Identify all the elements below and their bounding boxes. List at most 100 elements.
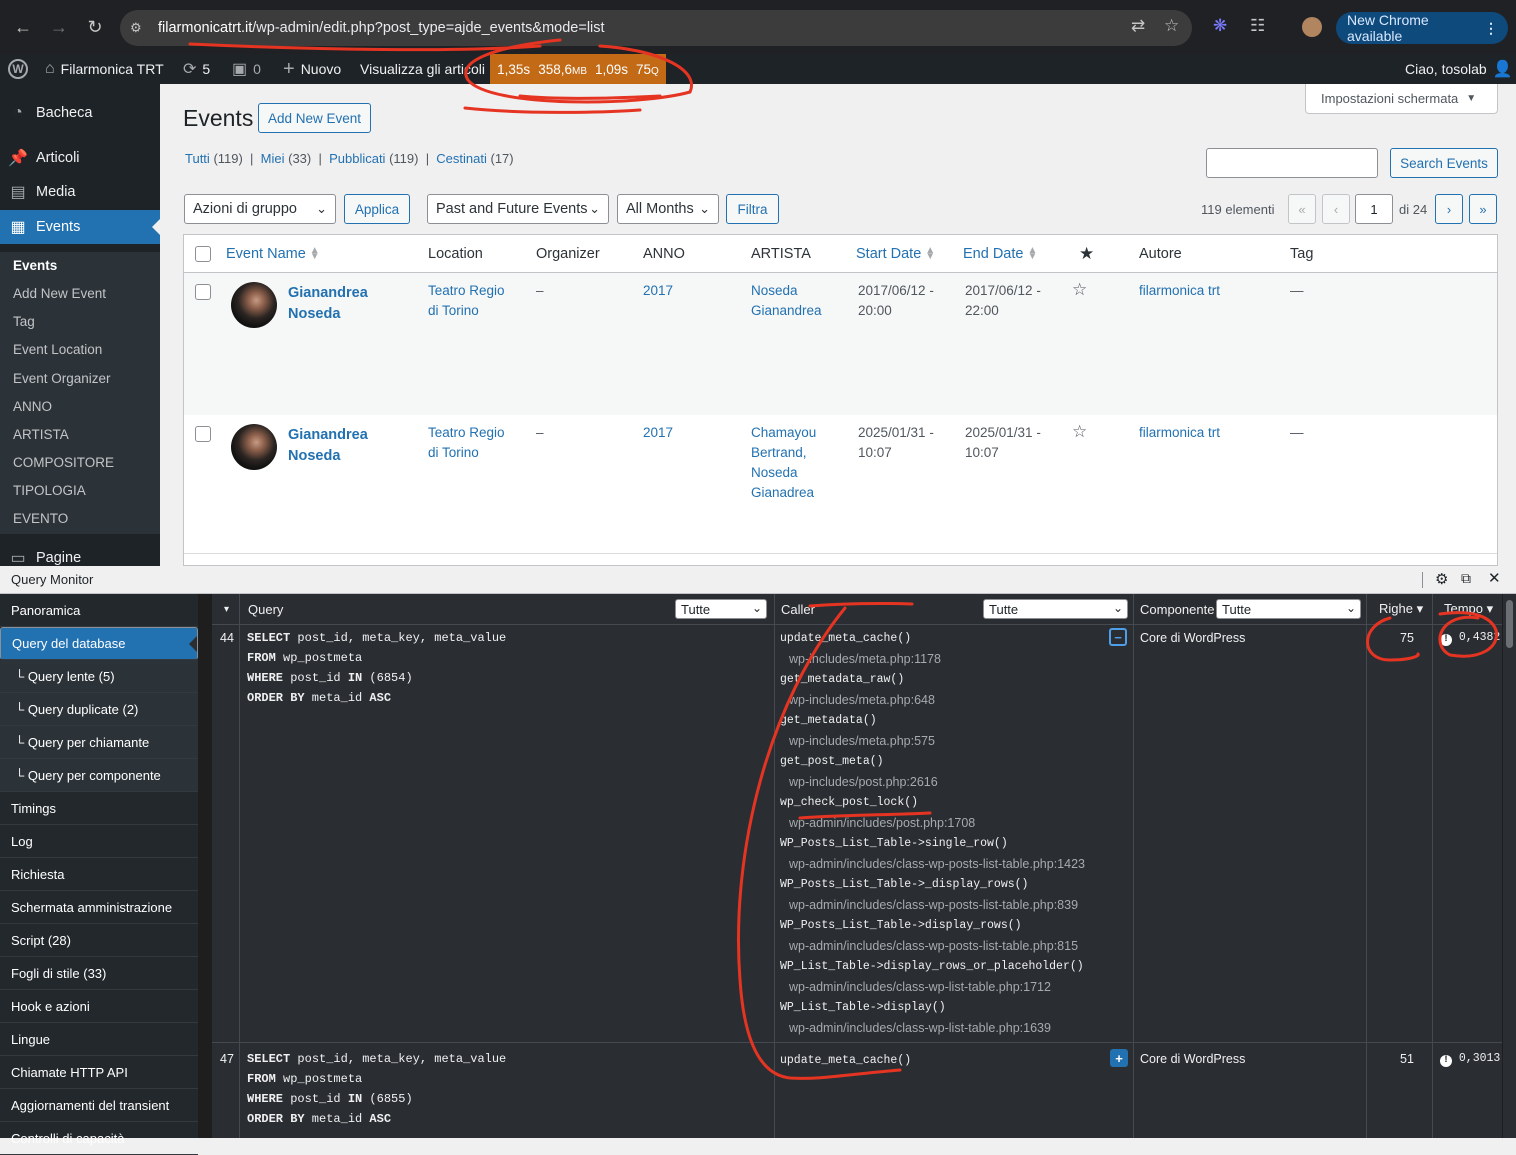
screen-options-toggle[interactable]: Impostazioni schermata ▼ xyxy=(1305,84,1498,114)
qm-nav-item[interactable]: └ Query duplicate (2) xyxy=(0,693,198,726)
qm-nav-item[interactable]: Query del database xyxy=(0,627,198,660)
query-type-filter[interactable]: Tutte ⌄ xyxy=(675,599,767,619)
submenu-events[interactable]: Events xyxy=(13,258,57,273)
scrollbar-thumb[interactable] xyxy=(1506,600,1513,648)
event-time-filter[interactable]: Past and Future Events ⌄ xyxy=(427,194,609,224)
location-link[interactable]: Teatro Regio di Torino xyxy=(428,423,505,463)
menu-articoli[interactable]: 📌 Articoli xyxy=(0,141,160,175)
author-link[interactable]: filarmonica trt xyxy=(1139,281,1220,301)
new-content-link[interactable]: + Nuovo xyxy=(283,54,341,84)
event-title-link[interactable]: Gianandrea Noseda xyxy=(288,425,368,467)
site-name-link[interactable]: ⌂ Filarmonica TRT xyxy=(45,54,164,84)
wordpress-logo-icon[interactable]: W xyxy=(8,54,28,84)
settings-gear-icon[interactable]: ⚙ xyxy=(1435,570,1448,588)
qm-nav-item[interactable]: Schermata amministrazione xyxy=(0,891,198,924)
forward-icon[interactable]: → xyxy=(46,14,72,40)
search-input[interactable] xyxy=(1206,148,1378,178)
qm-nav-item[interactable]: Lingue xyxy=(0,1023,198,1056)
menu-events[interactable]: ▦ Events xyxy=(0,210,160,244)
featured-star-outline-icon[interactable]: ☆ xyxy=(1072,422,1087,442)
sort-toggle-icon[interactable]: ▾ xyxy=(224,594,229,624)
submenu-add-new-event[interactable]: Add New Event xyxy=(13,286,106,301)
site-settings-icon[interactable]: ⚙ xyxy=(130,20,150,36)
qm-nav-item[interactable]: └ Query lente (5) xyxy=(0,660,198,693)
query-monitor-adminbar[interactable]: 1,35s 358,6MB 1,09s 75Q xyxy=(490,54,666,84)
apply-button[interactable]: Applica xyxy=(344,194,410,224)
submenu-artista[interactable]: ARTISTA xyxy=(13,427,69,442)
qm-nav-item[interactable]: Aggiornamenti del transient xyxy=(0,1089,198,1122)
caller-filter[interactable]: Tutte ⌄ xyxy=(983,599,1128,619)
expand-stack-button[interactable]: + xyxy=(1110,1049,1128,1067)
submenu-compositore[interactable]: COMPOSITORE xyxy=(13,455,114,470)
updates-link[interactable]: ⟳ 5 xyxy=(183,54,210,84)
first-page-button[interactable]: « xyxy=(1288,194,1316,224)
search-events-button[interactable]: Search Events xyxy=(1390,148,1498,178)
artista-link[interactable]: Noseda Gianandrea xyxy=(751,281,822,321)
address-bar[interactable]: ⚙ filarmonicatrt.it/wp-admin/edit.php?po… xyxy=(120,10,1192,46)
view-all[interactable]: Tutti xyxy=(185,151,210,166)
prev-page-button[interactable]: ‹ xyxy=(1322,194,1350,224)
submenu-anno[interactable]: ANNO xyxy=(13,399,52,414)
view-posts-link[interactable]: Visualizza gli articoli xyxy=(360,54,485,84)
bulk-action-select[interactable]: Azioni di gruppo ⌄ xyxy=(184,194,336,224)
close-icon[interactable]: ✕ xyxy=(1488,569,1501,587)
qm-col-time[interactable]: Tempo ▾ xyxy=(1444,594,1493,624)
submenu-event-organizer[interactable]: Event Organizer xyxy=(13,371,111,386)
qm-nav-item[interactable]: Chiamate HTTP API xyxy=(0,1056,198,1089)
qm-nav-item[interactable]: Script (28) xyxy=(0,924,198,957)
extensions-puzzle-icon[interactable]: ☷ xyxy=(1250,16,1265,36)
qm-nav-item[interactable]: Controlli di capacità xyxy=(0,1122,198,1155)
anno-link[interactable]: 2017 xyxy=(643,281,673,301)
bookmark-star-icon[interactable]: ☆ xyxy=(1164,16,1179,36)
add-new-event-button[interactable]: Add New Event xyxy=(258,103,371,133)
menu-bacheca[interactable]: ◔ Bacheca xyxy=(0,96,160,130)
anno-link[interactable]: 2017 xyxy=(643,423,673,443)
qm-nav-item[interactable]: Timings xyxy=(0,792,198,825)
component-filter[interactable]: Tutte ⌄ xyxy=(1216,599,1361,619)
profile-avatar[interactable] xyxy=(1302,17,1322,37)
new-chrome-button[interactable]: New Chrome available ⋮ xyxy=(1336,12,1508,44)
menu-dots-icon[interactable]: ⋮ xyxy=(1484,20,1498,37)
qm-nav-item[interactable]: Log xyxy=(0,825,198,858)
dock-toggle-icon[interactable]: ⧉ xyxy=(1461,570,1471,587)
qm-scrollbar[interactable] xyxy=(1503,594,1516,1138)
qm-nav-item[interactable]: Panoramica xyxy=(0,594,198,627)
submenu-event-location[interactable]: Event Location xyxy=(13,342,102,357)
row-checkbox[interactable] xyxy=(195,284,211,300)
submenu-evento[interactable]: EVENTO xyxy=(13,511,68,526)
extension-icon[interactable]: ❋ xyxy=(1213,16,1227,36)
current-page-input[interactable]: 1 xyxy=(1355,194,1393,224)
location-link[interactable]: Teatro Regio di Torino xyxy=(428,281,505,321)
col-end-date[interactable]: End Date ▲ ▼ xyxy=(963,235,1037,272)
select-all-checkbox[interactable] xyxy=(195,246,211,262)
comments-link[interactable]: ▣ 0 xyxy=(232,54,261,84)
row-checkbox[interactable] xyxy=(195,426,211,442)
qm-nav-item[interactable]: Fogli di stile (33) xyxy=(0,957,198,990)
featured-star-outline-icon[interactable]: ☆ xyxy=(1072,280,1087,300)
menu-media[interactable]: ▤ Media xyxy=(0,175,160,209)
filter-button[interactable]: Filtra xyxy=(726,194,779,224)
submenu-tipologia[interactable]: TIPOLOGIA xyxy=(13,483,86,498)
col-event-name[interactable]: Event Name ▲ ▼ xyxy=(226,235,320,272)
collapse-stack-button[interactable]: − xyxy=(1109,628,1127,646)
my-account-link[interactable]: Ciao, tosolab 👤 xyxy=(1405,54,1513,84)
next-page-button[interactable]: › xyxy=(1435,194,1463,224)
qm-nav-item[interactable]: Richiesta xyxy=(0,858,198,891)
view-published[interactable]: Pubblicati xyxy=(329,151,385,166)
event-title-link[interactable]: Gianandrea Noseda xyxy=(288,283,368,325)
artista-link[interactable]: Chamayou Bertrand, Noseda Gianadrea xyxy=(751,423,816,503)
last-page-button[interactable]: » xyxy=(1469,194,1497,224)
back-icon[interactable]: ← xyxy=(10,14,36,40)
col-start-date[interactable]: Start Date ▲ ▼ xyxy=(856,235,935,272)
view-trash[interactable]: Cestinati xyxy=(436,151,487,166)
qm-nav-item[interactable]: Hook e azioni xyxy=(0,990,198,1023)
author-link[interactable]: filarmonica trt xyxy=(1139,423,1220,443)
reload-icon[interactable]: ↻ xyxy=(82,14,108,40)
translate-icon[interactable]: ⇄ xyxy=(1131,16,1145,36)
submenu-tag[interactable]: Tag xyxy=(13,314,35,329)
qm-col-rows[interactable]: Righe ▾ xyxy=(1379,594,1423,624)
qm-nav-item[interactable]: └ Query per chiamante xyxy=(0,726,198,759)
view-mine[interactable]: Miei xyxy=(261,151,285,166)
qm-nav-item[interactable]: └ Query per componente xyxy=(0,759,198,792)
month-filter[interactable]: All Months ⌄ xyxy=(617,194,719,224)
